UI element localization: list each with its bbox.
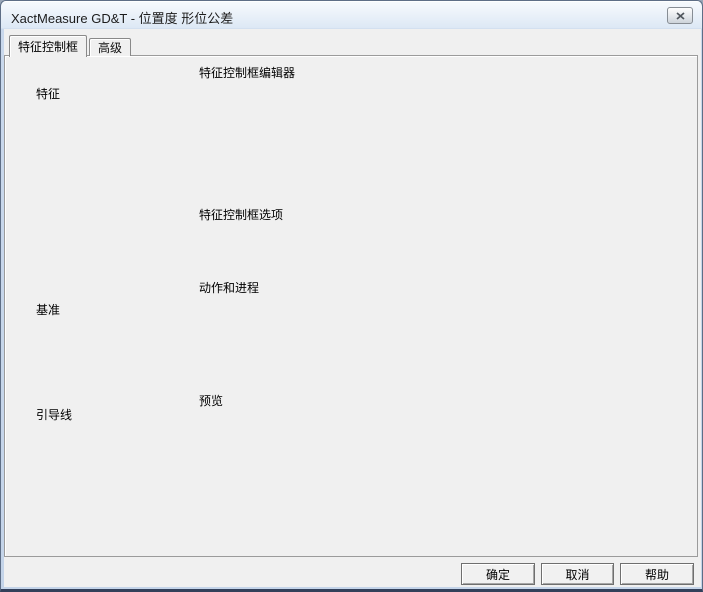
actions-title: 动作和进程 xyxy=(195,279,263,296)
tab-page xyxy=(4,55,698,557)
features-group-title: 特征 xyxy=(32,85,64,102)
datums-group-title: 基准 xyxy=(32,301,64,318)
ok-button[interactable]: 确定 xyxy=(461,563,535,585)
cancel-button[interactable]: 取消 xyxy=(541,563,614,585)
help-button[interactable]: 帮助 xyxy=(620,563,694,585)
leader-line-group-title: 引导线 xyxy=(32,406,76,423)
window-title: XactMeasure GD&T - 位置度 形位公差 xyxy=(11,8,233,27)
tab-strip: 特征控制框 高级 xyxy=(9,34,131,56)
fcf-editor-title: 特征控制框编辑器 xyxy=(195,64,299,81)
tab-feature-control-frame[interactable]: 特征控制框 xyxy=(9,35,87,57)
dialog-window: XactMeasure GD&T - 位置度 形位公差 特征控制框 高级 ID:… xyxy=(0,0,703,592)
titlebar[interactable]: XactMeasure GD&T - 位置度 形位公差 xyxy=(1,1,702,29)
tab-advanced[interactable]: 高级 xyxy=(89,38,131,56)
fcf-options-title: 特征控制框选项 xyxy=(195,206,287,223)
close-button[interactable] xyxy=(667,7,693,24)
close-icon xyxy=(676,12,685,20)
preview-title: 预览 xyxy=(195,392,227,409)
